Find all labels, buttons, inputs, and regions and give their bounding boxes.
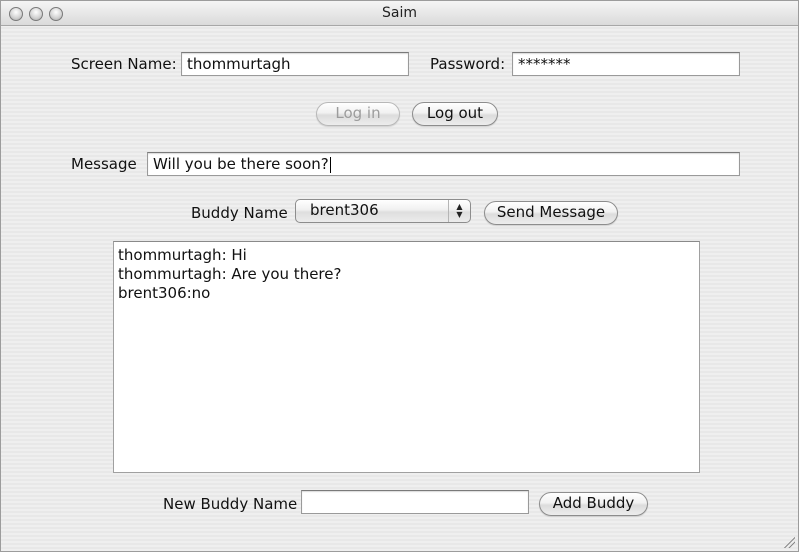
- new-buddy-name-field[interactable]: [301, 490, 529, 514]
- app-window: Saim Screen Name: thommurtagh Password: …: [0, 0, 799, 552]
- updown-arrows-icon: ▲ ▼: [448, 200, 470, 222]
- text-caret: [329, 156, 331, 173]
- screen-name-field[interactable]: thommurtagh: [181, 52, 409, 76]
- add-buddy-button[interactable]: Add Buddy: [539, 492, 648, 516]
- chat-transcript[interactable]: thommurtagh: Hi thommurtagh: Are you the…: [113, 241, 700, 473]
- screen-name-label: Screen Name:: [71, 55, 177, 73]
- chat-line: thommurtagh: Hi: [118, 246, 247, 264]
- chat-line: brent306:no: [118, 284, 211, 302]
- message-label: Message: [71, 155, 137, 173]
- buddy-name-popup[interactable]: brent306 ▲ ▼: [295, 199, 471, 223]
- message-text: Will you be there soon?: [153, 155, 329, 173]
- log-in-button[interactable]: Log in: [316, 102, 400, 126]
- title-bar[interactable]: Saim: [1, 1, 798, 26]
- message-field[interactable]: Will you be there soon?: [147, 152, 740, 176]
- new-buddy-name-label: New Buddy Name: [163, 495, 298, 513]
- buddy-name-label: Buddy Name: [191, 204, 288, 222]
- chat-line: thommurtagh: Are you there?: [118, 265, 342, 283]
- password-label: Password:: [430, 55, 506, 73]
- log-out-button[interactable]: Log out: [412, 102, 498, 126]
- password-field[interactable]: *******: [512, 52, 740, 76]
- buddy-name-selected: brent306: [310, 201, 379, 219]
- resize-grip-icon[interactable]: [781, 534, 795, 548]
- window-title: Saim: [382, 5, 417, 21]
- send-message-button[interactable]: Send Message: [484, 201, 618, 225]
